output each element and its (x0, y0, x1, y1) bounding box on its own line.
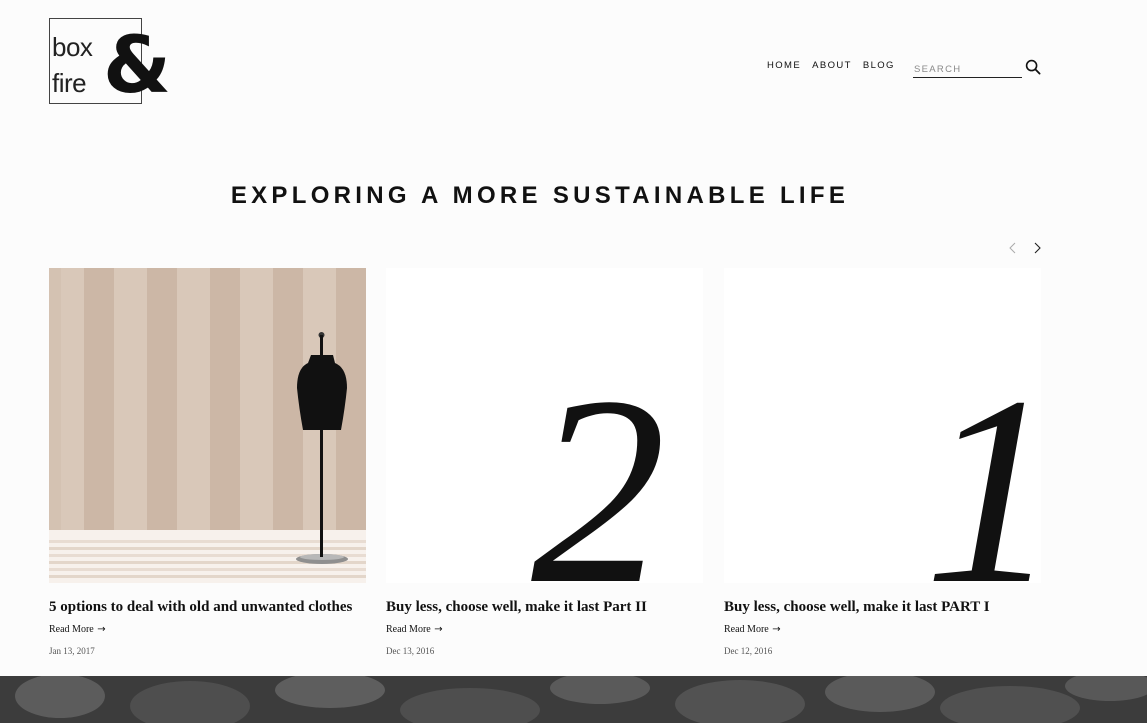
logo-word-fire: fire (52, 68, 87, 98)
post-date: Jan 13, 2017 (49, 646, 95, 656)
post-title[interactable]: Buy less, choose well, make it last PART… (724, 598, 1041, 616)
nav-home[interactable]: HOME (767, 60, 801, 71)
search-input[interactable] (913, 58, 1022, 78)
post-image-dress-form[interactable] (49, 268, 366, 583)
search-icon[interactable] (1025, 59, 1041, 75)
read-more-label: Read More (386, 624, 431, 635)
logo-ampersand: & (103, 21, 172, 111)
read-more-label: Read More (724, 624, 769, 635)
floral-background-image (0, 676, 1147, 723)
post-date: Dec 12, 2016 (724, 646, 773, 656)
post-date: Dec 13, 2016 (386, 646, 435, 656)
site-logo[interactable]: box fire & (49, 18, 171, 108)
chevron-right-icon[interactable] (1030, 241, 1044, 255)
nav-about[interactable]: ABOUT (812, 60, 852, 71)
carousel-controls (1006, 241, 1044, 255)
search-bar (913, 58, 1043, 80)
footer-banner (0, 676, 1147, 723)
numeral-two: 2 (531, 341, 666, 583)
post-image-numeral-two[interactable]: 2 (386, 268, 703, 583)
arrow-right-icon: → (434, 624, 443, 635)
arrow-right-icon: → (772, 624, 781, 635)
read-more-link[interactable]: Read More → (49, 624, 106, 635)
chevron-left-icon[interactable] (1006, 241, 1020, 255)
arrow-right-icon: → (97, 624, 106, 635)
read-more-link[interactable]: Read More → (386, 624, 443, 635)
page-headline: EXPLORING A MORE SUSTAINABLE LIFE (230, 182, 850, 209)
post-title[interactable]: 5 options to deal with old and unwanted … (49, 598, 366, 616)
post-card: 2 Buy less, choose well, make it last Pa… (386, 268, 703, 656)
main-nav: HOME ABOUT BLOG (767, 60, 895, 71)
post-card: 1 Buy less, choose well, make it last PA… (724, 268, 1041, 656)
post-image-numeral-one[interactable]: 1 (724, 268, 1041, 583)
nav-blog[interactable]: BLOG (863, 60, 895, 71)
logo-word-box: box (52, 32, 93, 62)
numeral-one: 1 (924, 341, 1041, 583)
read-more-label: Read More (49, 624, 94, 635)
read-more-link[interactable]: Read More → (724, 624, 781, 635)
post-card: 5 options to deal with old and unwanted … (49, 268, 366, 656)
post-title[interactable]: Buy less, choose well, make it last Part… (386, 598, 703, 616)
